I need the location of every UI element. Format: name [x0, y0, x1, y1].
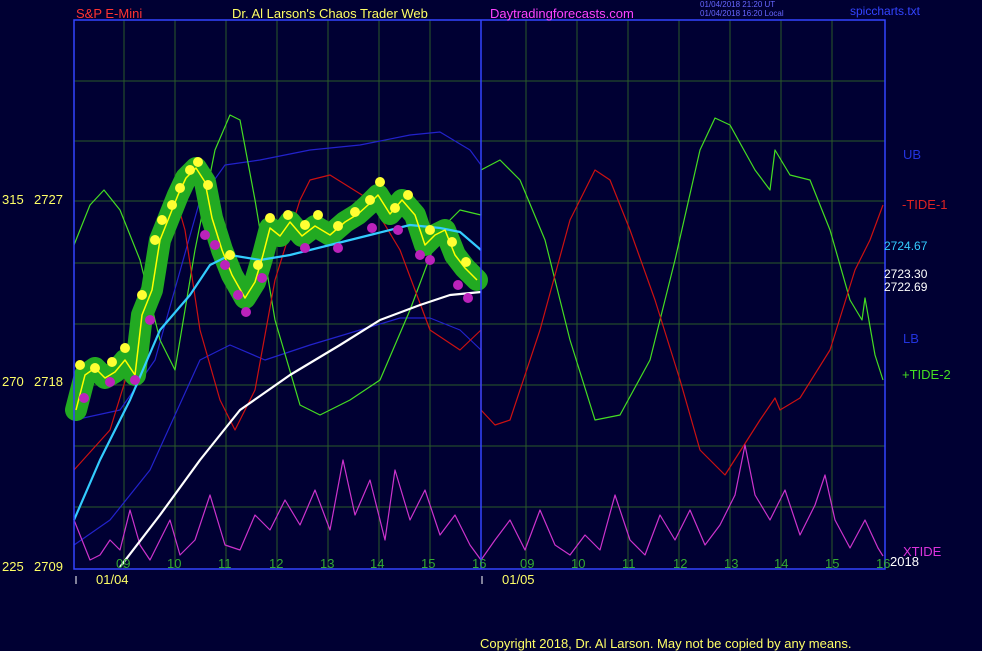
up-turn-dot — [157, 215, 167, 225]
up-turn-dot — [313, 210, 323, 220]
up-turn-dot — [75, 360, 85, 370]
down-turn-dot — [130, 375, 140, 385]
y-price-2718: 2718 — [34, 374, 63, 389]
up-turn-dot — [350, 207, 360, 217]
legend-lb: LB — [903, 331, 919, 346]
up-turn-dot — [167, 200, 177, 210]
x-hour-label: 16 — [472, 556, 487, 571]
up-turn-dot — [265, 213, 275, 223]
up-turn-dot — [253, 260, 263, 270]
down-turn-dot — [220, 260, 230, 270]
timestamp-local: 01/04/2018 16:20 Local — [700, 9, 784, 18]
x-hour-label: 11 — [622, 556, 636, 571]
y-tide-315: 315 — [2, 192, 24, 207]
price-label-ma-short: 2724.67 — [884, 239, 928, 253]
x-hour-label: 14 — [774, 556, 789, 571]
up-turn-dot — [447, 237, 457, 247]
down-turn-dot — [200, 230, 210, 240]
down-turn-dot — [233, 290, 243, 300]
site-url[interactable]: Daytradingforecasts.com — [490, 6, 634, 21]
file-name: spiccharts.txt — [850, 4, 921, 18]
timestamp-ut: 01/04/2018 21:20 UT — [700, 0, 776, 9]
up-turn-dot — [107, 357, 117, 367]
down-turn-dot — [425, 255, 435, 265]
up-turn-dot — [365, 195, 375, 205]
x-hour-label: 14 — [370, 556, 385, 571]
down-turn-dot — [453, 280, 463, 290]
up-turn-dot — [333, 221, 343, 231]
x-hour-label: 12 — [269, 556, 284, 571]
up-turn-dot — [375, 177, 385, 187]
up-turn-dot — [283, 210, 293, 220]
down-turn-dot — [79, 393, 89, 403]
down-turn-dot — [415, 250, 425, 260]
x-hour-label: 10 — [571, 556, 586, 571]
x-hour-label: 15 — [421, 556, 436, 571]
copyright-text: Copyright 2018, Dr. Al Larson. May not b… — [480, 636, 852, 651]
ma-long-line — [119, 290, 482, 568]
down-turn-dot — [210, 240, 220, 250]
down-turn-dot — [257, 273, 267, 283]
down-turn-dot — [105, 377, 115, 387]
x-date-0105: 01/05 — [502, 572, 535, 587]
chart-canvas — [65, 19, 886, 584]
x-hour-label: 10 — [167, 556, 182, 571]
legend-tide2: +TIDE-2 — [902, 367, 951, 382]
y-price-2727: 2727 — [34, 192, 63, 207]
up-turn-dot — [461, 257, 471, 267]
site-title: Dr. Al Larson's Chaos Trader Web — [232, 6, 428, 21]
down-turn-dot — [241, 307, 251, 317]
up-turn-dot — [150, 235, 160, 245]
up-turn-dot — [175, 183, 185, 193]
price-label-last: 2723.30 — [884, 267, 928, 281]
down-turn-dot — [333, 243, 343, 253]
x-hour-label: 09 — [116, 556, 131, 571]
up-turn-dot — [203, 180, 213, 190]
x-hour-label: 12 — [673, 556, 688, 571]
up-turn-dot — [90, 363, 100, 373]
up-turn-dot — [120, 343, 130, 353]
up-turn-dot — [425, 225, 435, 235]
x-hour-label: 13 — [724, 556, 739, 571]
x-date-0104: 01/04 — [96, 572, 129, 587]
up-turn-dot — [225, 250, 235, 260]
y-tide-225: 225 — [2, 559, 24, 574]
symbol-label: S&P E-Mini — [76, 6, 143, 21]
y-price-2709: 2709 — [34, 559, 63, 574]
down-turn-dot — [145, 315, 155, 325]
down-turn-dot — [300, 243, 310, 253]
down-turn-dot — [367, 223, 377, 233]
plot-frame — [73, 19, 886, 570]
legend-tide1: -TIDE-1 — [902, 197, 948, 212]
x-hour-label: 16 — [876, 556, 891, 571]
up-turn-dot — [390, 203, 400, 213]
grid-lines — [74, 20, 885, 569]
x-hour-label: 15 — [825, 556, 840, 571]
x-hour-label: 09 — [520, 556, 535, 571]
up-turn-dot — [193, 157, 203, 167]
x-hour-label: 13 — [320, 556, 335, 571]
legend-ub: UB — [903, 147, 922, 162]
down-turn-dot — [463, 293, 473, 303]
up-turn-dot — [300, 220, 310, 230]
up-turn-dot — [137, 290, 147, 300]
up-turn-dot — [403, 190, 413, 200]
up-turn-dot — [185, 165, 195, 175]
x-hour-label: 11 — [218, 556, 232, 571]
down-turn-dot — [393, 225, 403, 235]
legend-xtide: XTIDE — [903, 544, 942, 559]
price-label-ma-long: 2722.69 — [884, 280, 928, 294]
xtide-line — [73, 444, 884, 561]
y-tide-270: 270 — [2, 374, 24, 389]
